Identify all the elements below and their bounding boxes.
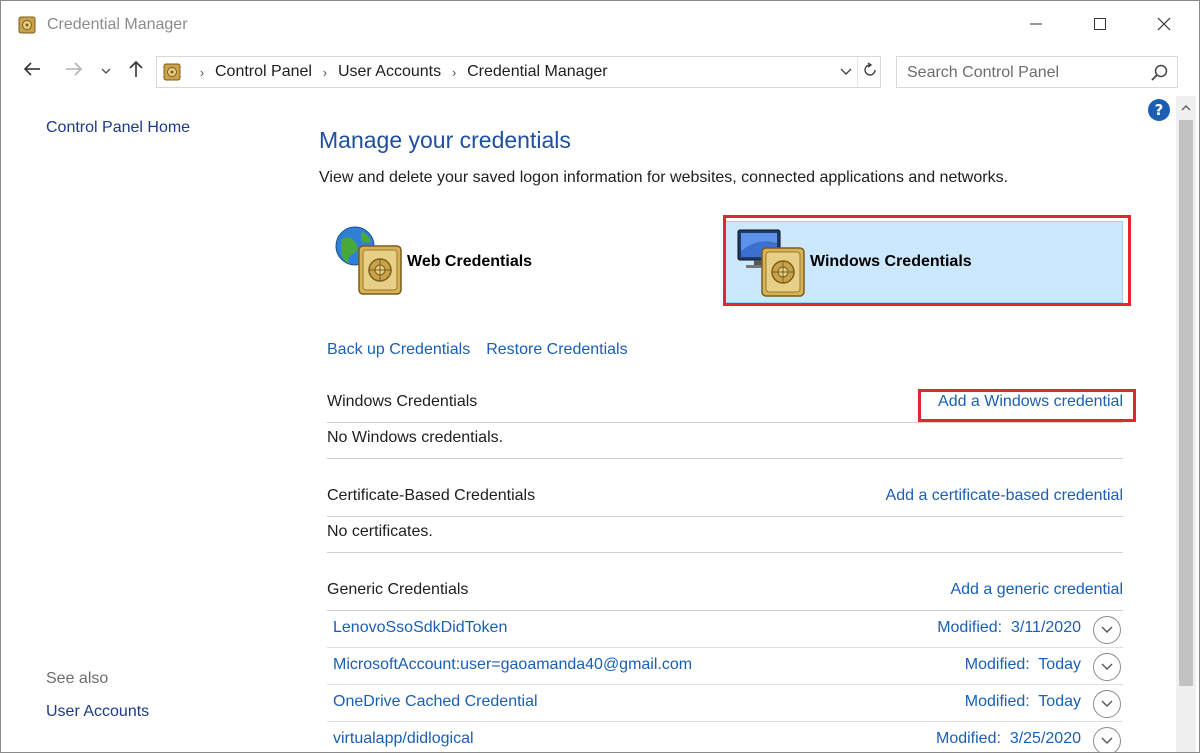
chevron-up-icon [1181, 98, 1191, 116]
vault-icon [163, 63, 181, 81]
breadcrumb-user-accounts[interactable]: User Accounts [338, 63, 441, 81]
vault-icon [18, 16, 36, 34]
windows-tile-highlight [723, 215, 1131, 306]
web-credentials-label: Web Credentials [407, 253, 533, 270]
maximize-button[interactable] [1065, 1, 1135, 51]
section-empty-message: No Windows credentials. [327, 423, 1123, 459]
credential-modified: Modified: Today [964, 693, 1081, 710]
credential-modified: Modified: 3/11/2020 [937, 619, 1081, 636]
section-header: Generic Credentials Add a generic creden… [327, 577, 1123, 611]
add-windows-credential-highlight [918, 389, 1136, 422]
credential-row[interactable]: OneDrive Cached Credential Modified: Tod… [327, 685, 1123, 722]
breadcrumb-credential-manager[interactable]: Credential Manager [467, 63, 608, 81]
window-title: Credential Manager [47, 16, 188, 33]
see-also-label: See also [46, 670, 109, 687]
search-icon[interactable] [1150, 63, 1170, 83]
close-icon [1157, 17, 1171, 36]
breadcrumb-separator-icon[interactable]: › [441, 65, 467, 80]
globe-vault-icon [331, 224, 407, 300]
minimize-button[interactable] [1001, 1, 1071, 51]
restore-credentials-link[interactable]: Restore Credentials [486, 341, 627, 359]
expand-button[interactable] [1093, 616, 1121, 644]
credential-name[interactable]: virtualapp/didlogical [333, 730, 474, 748]
breadcrumb-control-panel[interactable]: Control Panel [215, 63, 312, 81]
chevron-down-icon [1101, 732, 1113, 750]
certificate-credentials-section: Certificate-Based Credentials Add a cert… [327, 483, 1123, 553]
backup-credentials-link[interactable]: Back up Credentials [327, 341, 470, 359]
address-bar[interactable]: › Control Panel › User Accounts › Creden… [156, 56, 881, 88]
expand-button[interactable] [1093, 653, 1121, 681]
up-button[interactable] [122, 57, 150, 85]
add-certificate-credential-link[interactable]: Add a certificate-based credential [886, 487, 1123, 505]
section-title: Generic Credentials [327, 581, 469, 598]
section-title: Certificate-Based Credentials [327, 487, 536, 504]
credential-name[interactable]: MicrosoftAccount:user=gaoamanda40@gmail.… [333, 656, 692, 674]
backup-restore-links: Back up Credentials Restore Credentials [327, 341, 628, 359]
user-accounts-link[interactable]: User Accounts [46, 703, 149, 721]
page-description: View and delete your saved logon informa… [319, 169, 1009, 186]
credential-name[interactable]: LenovoSsoSdkDidToken [333, 619, 507, 637]
chevron-down-icon [1101, 695, 1113, 713]
arrow-up-icon [128, 60, 144, 83]
section-title: Windows Credentials [327, 393, 478, 410]
maximize-icon [1093, 17, 1107, 36]
arrow-right-icon [65, 61, 83, 82]
back-button[interactable] [18, 57, 46, 85]
breadcrumb-separator-icon[interactable]: › [312, 65, 338, 80]
credential-row[interactable]: MicrosoftAccount:user=gaoamanda40@gmail.… [327, 648, 1123, 685]
minimize-icon [1029, 17, 1043, 36]
section-empty-message: No certificates. [327, 517, 1123, 553]
left-pane: Control Panel Home See also User Account… [1, 93, 291, 752]
title-bar: Credential Manager [1, 1, 1199, 51]
web-credentials-tile[interactable]: Web Credentials [331, 221, 691, 303]
recent-locations-button[interactable] [94, 57, 118, 85]
breadcrumb: › Control Panel › User Accounts › Creden… [189, 63, 608, 81]
search-input[interactable] [907, 63, 1142, 83]
close-button[interactable] [1129, 1, 1199, 51]
page-title: Manage your credentials [319, 127, 571, 153]
scroll-up-button[interactable] [1176, 96, 1196, 118]
chevron-down-icon [1101, 621, 1113, 639]
address-history-button[interactable] [834, 57, 858, 87]
refresh-button[interactable] [857, 57, 881, 87]
add-generic-credential-link[interactable]: Add a generic credential [950, 581, 1123, 599]
credential-manager-window: Credential Manager › Control Panel › Use… [0, 0, 1200, 753]
credential-modified: Modified: Today [964, 656, 1081, 673]
scroll-thumb[interactable] [1179, 120, 1193, 686]
expand-button[interactable] [1093, 727, 1121, 752]
section-header: Certificate-Based Credentials Add a cert… [327, 483, 1123, 517]
vertical-scrollbar[interactable] [1176, 96, 1196, 752]
credential-row[interactable]: virtualapp/didlogical Modified: 3/25/202… [327, 722, 1123, 752]
control-panel-home-link[interactable]: Control Panel Home [46, 119, 190, 137]
credential-modified: Modified: 3/25/2020 [936, 730, 1081, 747]
credential-name[interactable]: OneDrive Cached Credential [333, 693, 538, 711]
chevron-down-icon [840, 63, 852, 81]
arrow-left-icon [23, 61, 41, 82]
chevron-down-icon [101, 62, 111, 80]
search-box[interactable] [896, 56, 1178, 88]
navigation-bar: › Control Panel › User Accounts › Creden… [1, 51, 1199, 93]
expand-button[interactable] [1093, 690, 1121, 718]
generic-credentials-section: Generic Credentials Add a generic creden… [327, 577, 1123, 752]
forward-button[interactable] [60, 57, 88, 85]
credential-row[interactable]: LenovoSsoSdkDidToken Modified: 3/11/2020 [327, 611, 1123, 648]
refresh-icon [862, 61, 878, 83]
main-content: Manage your credentials View and delete … [301, 93, 1171, 752]
breadcrumb-separator-icon[interactable]: › [189, 65, 215, 80]
chevron-down-icon [1101, 658, 1113, 676]
